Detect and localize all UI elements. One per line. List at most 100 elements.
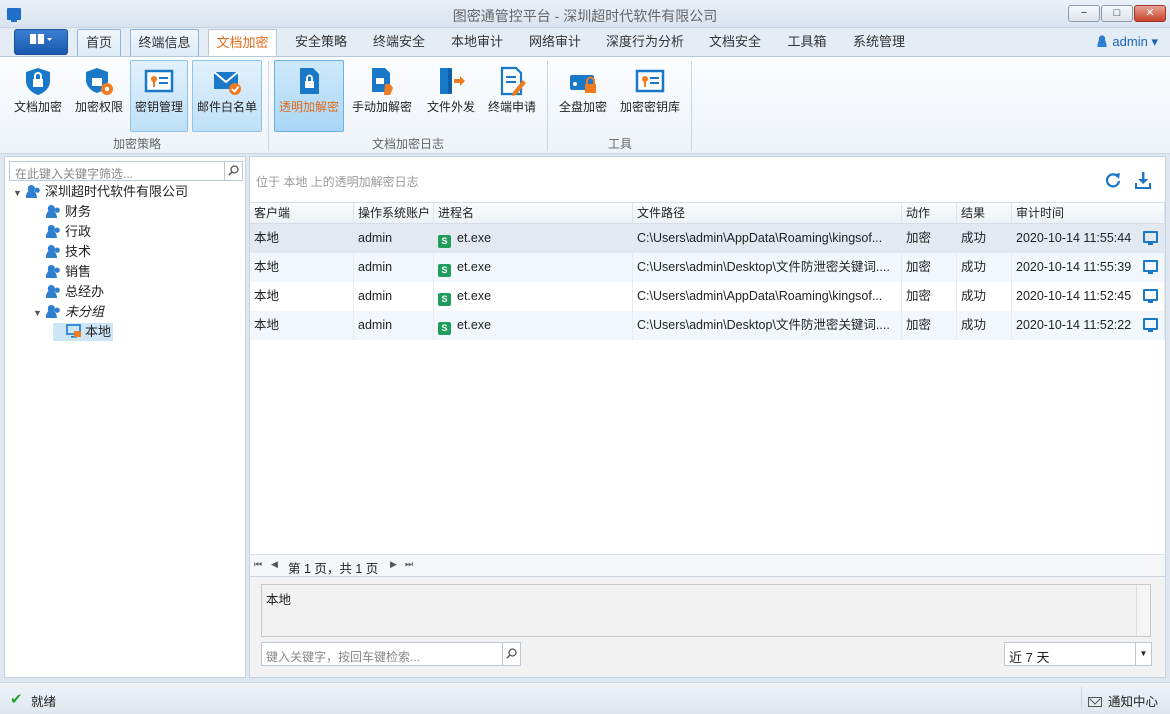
status-divider <box>1081 687 1082 709</box>
monitor-icon[interactable] <box>1143 260 1158 274</box>
ribbon-button-label: 加密密钥库 <box>619 100 680 114</box>
tab-7[interactable]: 网络审计 <box>520 29 590 56</box>
table-cell: 本地 <box>250 311 354 340</box>
page-info: 第 1 页，共 1 页 <box>288 562 379 576</box>
search-icon[interactable] <box>224 162 242 180</box>
tree-node-label: 深圳超时代软件有限公司 <box>45 184 189 199</box>
column-header[interactable]: 文件路径 <box>633 203 902 224</box>
ribbon-button-10[interactable]: 加密密钥库 <box>616 60 684 132</box>
table-cell: 2020-10-14 11:52:22 <box>1012 311 1165 340</box>
monitor-icon[interactable] <box>1143 289 1158 303</box>
table-cell: admin <box>354 224 434 253</box>
tab-11[interactable]: 系统管理 <box>844 29 914 56</box>
group-icon <box>26 185 40 198</box>
table-row[interactable]: 本地 admin Set.exe C:\Users\admin\AppData\Roa… <box>250 224 1165 253</box>
ribbon-button-2[interactable]: 加密权限 <box>70 60 128 132</box>
spreadsheet-app-icon: S <box>438 322 451 335</box>
tab-10[interactable]: 工具箱 <box>778 29 836 56</box>
detail-textbox[interactable]: 本地 <box>261 584 1151 637</box>
expand-arrow-icon[interactable]: ▼ <box>33 304 43 322</box>
tab-5[interactable]: 终端安全 <box>364 29 434 56</box>
ribbon-button-5[interactable]: 透明加解密 <box>274 60 344 132</box>
ribbon-button-1[interactable]: 文档加密 <box>8 60 68 132</box>
column-header[interactable]: 客户端 <box>250 203 354 224</box>
tree-node[interactable]: 财务 <box>33 203 91 221</box>
cell-text: et.exe <box>457 231 492 245</box>
ribbon-button-label: 透明加解密 <box>278 100 339 114</box>
table-cell: 加密 <box>902 224 957 253</box>
table-row[interactable]: 本地 admin Set.exe C:\Users\admin\Desktop\文件防… <box>250 253 1165 282</box>
ribbon-button-label: 加密权限 <box>74 100 123 114</box>
tree-filter-input[interactable]: 在此键入关键字筛选... <box>9 161 243 181</box>
close-button[interactable]: ✕ <box>1134 5 1166 22</box>
maximize-button[interactable]: □ <box>1101 5 1133 22</box>
monitor-icon[interactable] <box>1143 231 1158 245</box>
column-header[interactable]: 操作系统账户 <box>354 203 434 224</box>
tab-6[interactable]: 本地审计 <box>442 29 512 56</box>
column-header[interactable]: 动作 <box>902 203 957 224</box>
detail-text: 本地 <box>266 593 292 607</box>
date-range-select[interactable]: 近 7 天 ▼ <box>1004 642 1152 666</box>
column-header[interactable]: 审计时间 <box>1012 203 1165 224</box>
tree-node[interactable]: ▼ 深圳超时代软件有限公司 <box>13 183 188 201</box>
download-icon[interactable] <box>1134 171 1152 189</box>
minimize-button[interactable]: − <box>1068 5 1100 22</box>
column-header[interactable]: 进程名 <box>434 203 633 224</box>
tree-node[interactable]: 技术 <box>33 243 91 261</box>
cell-text: et.exe <box>457 260 492 274</box>
monitor-icon[interactable] <box>1143 318 1158 332</box>
tree-node[interactable]: ▼ 未分组 <box>33 303 104 321</box>
tree-node[interactable]: 总经办 <box>33 283 104 301</box>
tab-9[interactable]: 文档安全 <box>700 29 770 56</box>
prev-page-icon[interactable]: ◀ <box>271 559 278 570</box>
tab-2[interactable]: 终端信息 <box>130 29 199 56</box>
tab-4[interactable]: 安全策略 <box>286 29 356 56</box>
tab-3[interactable]: 文档加密 <box>208 29 277 56</box>
tree-node[interactable]: 行政 <box>33 223 91 241</box>
app-menu-button[interactable] <box>14 29 68 55</box>
next-page-icon[interactable]: ▶ <box>390 559 397 570</box>
shield-lock-icon <box>9 66 67 96</box>
last-page-icon[interactable]: ⏭ <box>405 559 413 570</box>
user-menu[interactable]: admin ▾ <box>1096 34 1158 50</box>
table-cell: 2020-10-14 11:52:45 <box>1012 282 1165 311</box>
location-label: 位于 本地 上的透明加解密日志 <box>256 175 419 189</box>
table-cell: 2020-10-14 11:55:44 <box>1012 224 1165 253</box>
ribbon-button-label: 手动加解密 <box>351 100 412 114</box>
file-export-icon <box>421 66 481 96</box>
table-row[interactable]: 本地 admin Set.exe C:\Users\admin\Desktop\文件防… <box>250 311 1165 340</box>
first-page-icon[interactable]: ⏮ <box>254 559 262 570</box>
tree-node[interactable]: 销售 <box>33 263 91 281</box>
tree-node-label: 本地 <box>85 324 112 339</box>
ribbon-button-8[interactable]: 终端申请 <box>484 60 540 132</box>
table-cell: Set.exe <box>434 311 633 340</box>
pager: ⏮ ◀ 第 1 页，共 1 页 ▶ ⏭ <box>250 554 1165 576</box>
tab-1[interactable]: 首页 <box>77 29 121 56</box>
tree-node[interactable]: 本地 <box>53 323 114 341</box>
chevron-down-icon[interactable]: ▼ <box>1135 643 1151 665</box>
table-cell: 2020-10-14 11:55:39 <box>1012 253 1165 282</box>
title-bar: 图密通管控平台 - 深圳超时代软件有限公司 − □ ✕ <box>0 0 1170 28</box>
ribbon-button-6[interactable]: 手动加解密 <box>348 60 416 132</box>
ribbon-button-7[interactable]: 文件外发 <box>420 60 482 132</box>
keyword-search-input[interactable]: 键入关键字，按回车键检索... <box>261 642 521 666</box>
ribbon-button-4[interactable]: 邮件白名单 <box>192 60 262 132</box>
ribbon-button-9[interactable]: 全盘加密 <box>554 60 612 132</box>
cell-text: admin <box>358 260 393 274</box>
table-row[interactable]: 本地 admin Set.exe C:\Users\admin\AppData\Roa… <box>250 282 1165 311</box>
column-header[interactable]: 结果 <box>957 203 1012 224</box>
tab-8[interactable]: 深度行为分析 <box>598 29 692 56</box>
table-header: 客户端 操作系统账户 进程名 文件路径 动作 结果 审计时间 <box>250 202 1165 224</box>
refresh-icon[interactable] <box>1104 171 1122 189</box>
spreadsheet-app-icon: S <box>438 235 451 248</box>
expand-arrow-icon[interactable]: ▼ <box>13 184 23 202</box>
date-range-value: 近 7 天 <box>1009 650 1050 665</box>
detail-scrollbar[interactable] <box>1136 585 1150 636</box>
window-title: 图密通管控平台 - 深圳超时代软件有限公司 <box>452 8 718 24</box>
table-cell: Set.exe <box>434 282 633 311</box>
mail-check-icon <box>193 66 261 96</box>
search-icon[interactable] <box>502 643 520 665</box>
notification-center-button[interactable]: 通知中心 <box>1087 691 1158 710</box>
cell-text: 成功 <box>961 231 987 245</box>
ribbon-button-3[interactable]: 密钥管理 <box>130 60 188 132</box>
